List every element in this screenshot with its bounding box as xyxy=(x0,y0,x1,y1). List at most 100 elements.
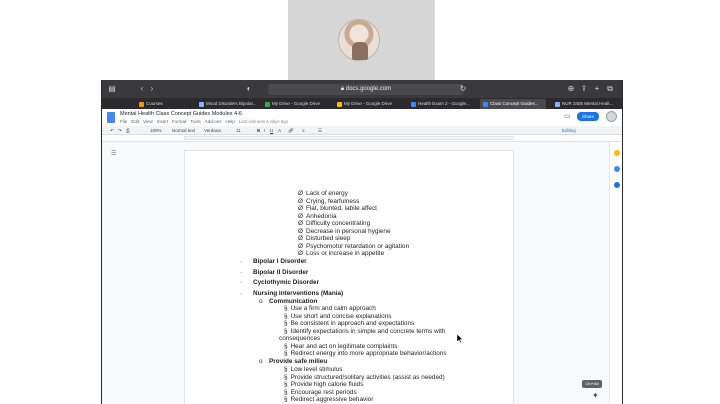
list-item[interactable]: § Identify expectations in simple and con… xyxy=(284,328,445,335)
menu-item-tools[interactable]: Tools xyxy=(190,119,201,124)
tab-favicon-icon xyxy=(411,102,416,107)
new-tab-icon[interactable]: + xyxy=(593,85,601,93)
tab-label: Courses xyxy=(146,101,163,106)
style-select[interactable]: Normal text xyxy=(172,126,195,135)
list-item[interactable]: o Provide safe milieu xyxy=(259,358,327,365)
list-item[interactable]: § Encourage rest periods xyxy=(284,389,357,396)
bullet-marker: · xyxy=(240,279,243,286)
docs-logo-icon[interactable] xyxy=(107,112,115,123)
list-item[interactable]: § Hear and act on legitimate complaints xyxy=(284,343,397,350)
bullet-marker: Ø xyxy=(298,190,303,197)
account-avatar[interactable] xyxy=(606,111,617,122)
list-item[interactable]: § Provide high calorie fluids xyxy=(284,381,363,388)
browser-tab[interactable]: NUR 3405 Mental Healt... xyxy=(552,99,618,109)
share-button[interactable]: Share xyxy=(577,112,599,121)
keep-icon[interactable] xyxy=(614,150,620,156)
tab-overview-icon[interactable]: ⧉ xyxy=(606,85,614,93)
tab-favicon-icon xyxy=(483,102,488,107)
ruler-track[interactable] xyxy=(184,136,514,140)
browser-tab[interactable]: Class Concept Guides... xyxy=(480,99,546,109)
list-item[interactable]: Ø Loss or increase in appetite xyxy=(298,250,384,257)
undo-icon[interactable]: ↶ xyxy=(110,126,114,135)
list-item[interactable]: § Be consistent in approach and expectati… xyxy=(284,320,414,327)
last-edit-link[interactable]: Last edit was 6 days ago xyxy=(239,119,289,124)
document-page[interactable] xyxy=(184,150,514,404)
list-item[interactable]: Ø Difficulty concentrating xyxy=(298,220,370,227)
shield-icon[interactable]: ◐ xyxy=(245,85,253,93)
download-icon[interactable]: ⊕ xyxy=(567,85,575,93)
sidebar-icon[interactable]: ▤ xyxy=(108,85,116,93)
tab-favicon-icon xyxy=(199,102,204,107)
browser-tab[interactable]: My Drive - Google Drive xyxy=(262,99,328,109)
list-item[interactable]: § Use a firm and calm approach xyxy=(284,305,376,312)
menu-item-help[interactable]: Help xyxy=(226,119,235,124)
bullet-marker: Ø xyxy=(298,250,303,257)
bullet-marker: Ø xyxy=(298,212,303,220)
browser-tab[interactable]: My Drive - Google Drive xyxy=(334,99,400,109)
list-item[interactable]: o Communication xyxy=(259,298,317,305)
list-item[interactable]: Ø Psychomotor retardation or agitation xyxy=(298,243,409,250)
list-item[interactable]: § Redirect energy into more appropriate b… xyxy=(284,350,447,357)
forward-icon[interactable]: › xyxy=(148,85,156,93)
calendar-icon[interactable] xyxy=(614,182,620,188)
list-item[interactable]: Ø Flat, blunted, labile affect xyxy=(298,205,377,212)
print-icon[interactable]: ⎙ xyxy=(126,126,130,135)
outline-icon[interactable]: ☰ xyxy=(111,151,117,157)
comment-history-icon[interactable]: ▭ xyxy=(564,113,571,120)
browser-toolbar: ▤ ‹ › ◐ 🔒︎ docs.google.com ↻ ⊕ ⇪ + ⧉ xyxy=(102,80,622,98)
list-item[interactable]: Ø Disturbed sleep xyxy=(298,235,350,242)
menu-item-format[interactable]: Format xyxy=(172,119,186,124)
italic-icon[interactable]: I xyxy=(264,126,265,135)
editing-mode-select[interactable]: Editing xyxy=(562,126,576,135)
list-item[interactable]: · Bipolar I Disorder xyxy=(240,258,307,265)
bold-icon[interactable]: B xyxy=(257,126,260,135)
align-left-icon[interactable]: ≡ xyxy=(302,126,305,135)
bullet-marker: § xyxy=(284,312,288,320)
list-item[interactable]: Ø Anhedonia xyxy=(298,213,337,220)
menu-item-view[interactable]: View xyxy=(143,119,153,124)
share-icon[interactable]: ⇪ xyxy=(580,85,588,93)
tasks-icon[interactable] xyxy=(614,166,620,172)
list-item-text: Provide high calorie fluids xyxy=(290,381,364,388)
address-bar[interactable]: 🔒︎ docs.google.com xyxy=(268,84,464,95)
bullet-marker: § xyxy=(284,388,288,396)
list-item-text: Redirect aggressive behavior xyxy=(290,396,374,403)
menu-item-edit[interactable]: Edit xyxy=(131,119,139,124)
text-color-icon[interactable]: A xyxy=(278,126,281,135)
list-item[interactable]: · Bipolar II Disorder xyxy=(240,269,308,276)
explore-icon[interactable]: ✦ xyxy=(592,392,600,400)
list-icon[interactable]: ☰ xyxy=(318,126,322,135)
list-item[interactable]: consequences xyxy=(279,335,320,342)
menu-item-insert[interactable]: Insert xyxy=(157,119,168,124)
back-icon[interactable]: ‹ xyxy=(138,85,146,93)
font-select[interactable]: Verdana xyxy=(204,126,221,135)
list-item[interactable]: Ø Lack of energy xyxy=(298,190,348,197)
list-item[interactable]: § Redirect aggressive behavior xyxy=(284,396,373,403)
list-item[interactable]: Ø Crying, fearfulness xyxy=(298,198,359,205)
reload-icon[interactable]: ↻ xyxy=(459,85,467,93)
list-item[interactable]: Ø Decrease in personal hygiene xyxy=(298,228,391,235)
bullet-marker: Ø xyxy=(298,220,303,227)
underline-icon[interactable]: U xyxy=(270,126,273,135)
menu-item-add-ons[interactable]: Add-ons xyxy=(205,119,222,124)
browser-tab[interactable]: Courses xyxy=(136,99,202,109)
tab-favicon-icon xyxy=(555,102,560,107)
list-item[interactable]: § Use short and concise explanations xyxy=(284,313,391,320)
link-icon[interactable]: 🔗︎ xyxy=(288,126,294,135)
zoom-select[interactable]: 100% xyxy=(150,126,162,135)
bullet-marker: § xyxy=(284,320,288,327)
browser-tab[interactable]: Mood Disorders Bipolar... xyxy=(196,99,262,109)
document-title[interactable]: Mental Health Class Concept Guides Modul… xyxy=(120,111,242,117)
list-item[interactable]: · Cyclothymic Disorder xyxy=(240,279,319,286)
menu-item-file[interactable]: File xyxy=(120,119,127,124)
list-item-text: Bipolar II Disorder xyxy=(253,268,309,276)
list-item[interactable]: § Low level stimulus xyxy=(284,366,342,373)
list-item[interactable]: · Nursing Interventions (Mania) xyxy=(240,290,343,297)
redo-icon[interactable]: ↷ xyxy=(118,126,122,135)
list-item[interactable]: § Provide structured/solitary activities … xyxy=(284,374,445,381)
list-item-text: Crying, fearfulness xyxy=(305,197,360,205)
font-size-field[interactable]: 11 xyxy=(236,126,241,135)
browser-tab[interactable]: Health Exam 2 - Google... xyxy=(408,99,474,109)
list-item-text: Disturbed sleep xyxy=(305,235,351,242)
bullet-marker: § xyxy=(284,350,288,357)
